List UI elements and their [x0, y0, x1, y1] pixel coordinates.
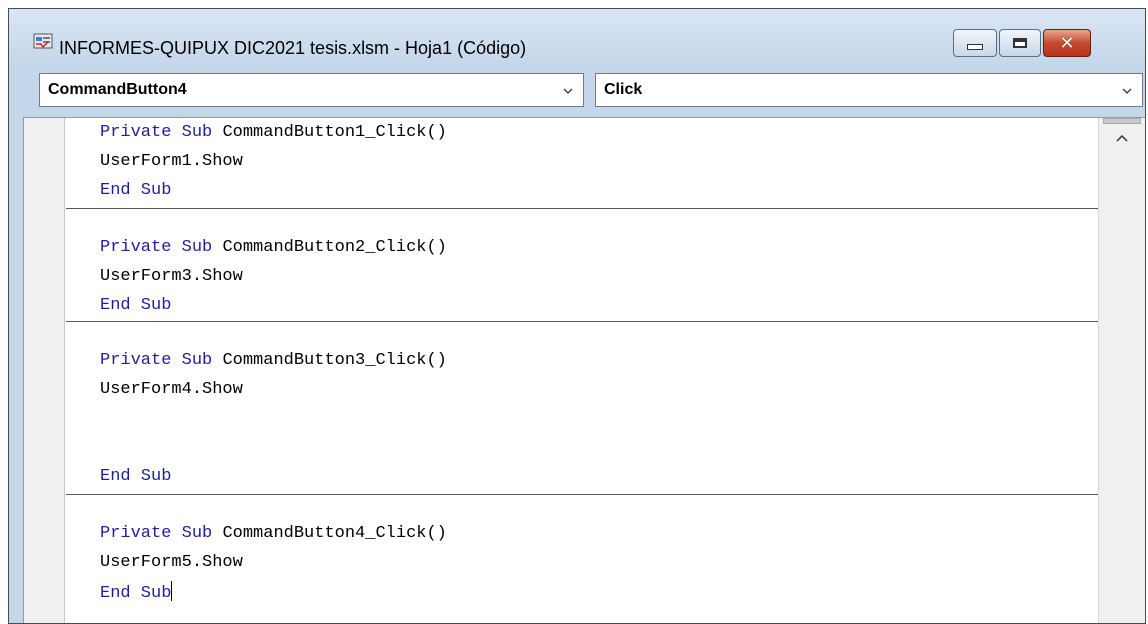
minimize-button[interactable]	[953, 29, 997, 57]
title-bar[interactable]: INFORMES-QUIPUX DIC2021 tesis.xlsm - Hoj…	[9, 9, 1145, 71]
code-line[interactable]: End Sub	[100, 295, 171, 317]
procedure-dropdown[interactable]: Click	[595, 73, 1143, 107]
code-line[interactable]: UserForm5.Show	[100, 552, 243, 574]
procedure-dropdown-value: Click	[604, 81, 643, 98]
code-area[interactable]: Private Sub CommandButton1_Click() UserF…	[66, 118, 1099, 623]
chevron-down-icon	[1122, 88, 1132, 94]
keyword-private: Private	[100, 524, 172, 543]
vba-module-icon	[33, 33, 53, 49]
procedure-separator	[66, 321, 1099, 322]
vba-code-window: INFORMES-QUIPUX DIC2021 tesis.xlsm - Hoj…	[8, 8, 1146, 624]
chevron-down-icon	[563, 88, 573, 94]
vertical-scrollbar[interactable]	[1098, 118, 1145, 623]
end-sub-text: End Sub	[100, 584, 172, 603]
keyword-private: Private	[100, 123, 172, 142]
code-line[interactable]: End Sub	[100, 581, 173, 605]
procedure-separator	[66, 208, 1099, 209]
close-icon: ✕	[1059, 32, 1075, 54]
minimize-icon	[967, 44, 983, 50]
code-editor[interactable]: Private Sub CommandButton1_Click() UserF…	[23, 117, 1145, 623]
code-line[interactable]: Private Sub CommandButton4_Click()	[100, 523, 447, 545]
keyword-private: Private	[100, 351, 172, 370]
code-line[interactable]: Private Sub CommandButton3_Click()	[100, 350, 447, 372]
text-caret	[171, 581, 173, 601]
sub-declaration: CommandButton3_Click()	[222, 351, 447, 370]
code-line[interactable]: Private Sub CommandButton1_Click()	[100, 122, 447, 144]
chevron-up-icon	[1116, 134, 1128, 142]
maximize-button[interactable]	[999, 29, 1041, 57]
procedure-separator	[66, 494, 1099, 495]
sub-declaration: CommandButton4_Click()	[222, 524, 447, 543]
code-line[interactable]: Private Sub CommandButton2_Click()	[100, 237, 447, 259]
code-line[interactable]: UserForm1.Show	[100, 151, 243, 173]
maximize-icon	[1013, 38, 1027, 48]
code-line[interactable]: End Sub	[100, 466, 171, 488]
close-button[interactable]: ✕	[1043, 29, 1091, 57]
code-line[interactable]: UserForm3.Show	[100, 266, 243, 288]
window-title: INFORMES-QUIPUX DIC2021 tesis.xlsm - Hoj…	[59, 38, 527, 58]
scroll-up-button[interactable]	[1099, 118, 1145, 158]
sub-declaration: CommandButton1_Click()	[222, 123, 447, 142]
sub-declaration: CommandButton2_Click()	[222, 238, 447, 257]
keyword-private: Private	[100, 238, 172, 257]
object-dropdown[interactable]: CommandButton4	[39, 73, 584, 107]
code-line[interactable]: UserForm4.Show	[100, 379, 243, 401]
indicator-margin[interactable]	[24, 118, 65, 623]
code-line[interactable]: End Sub	[100, 180, 171, 202]
object-dropdown-value: CommandButton4	[48, 81, 187, 98]
